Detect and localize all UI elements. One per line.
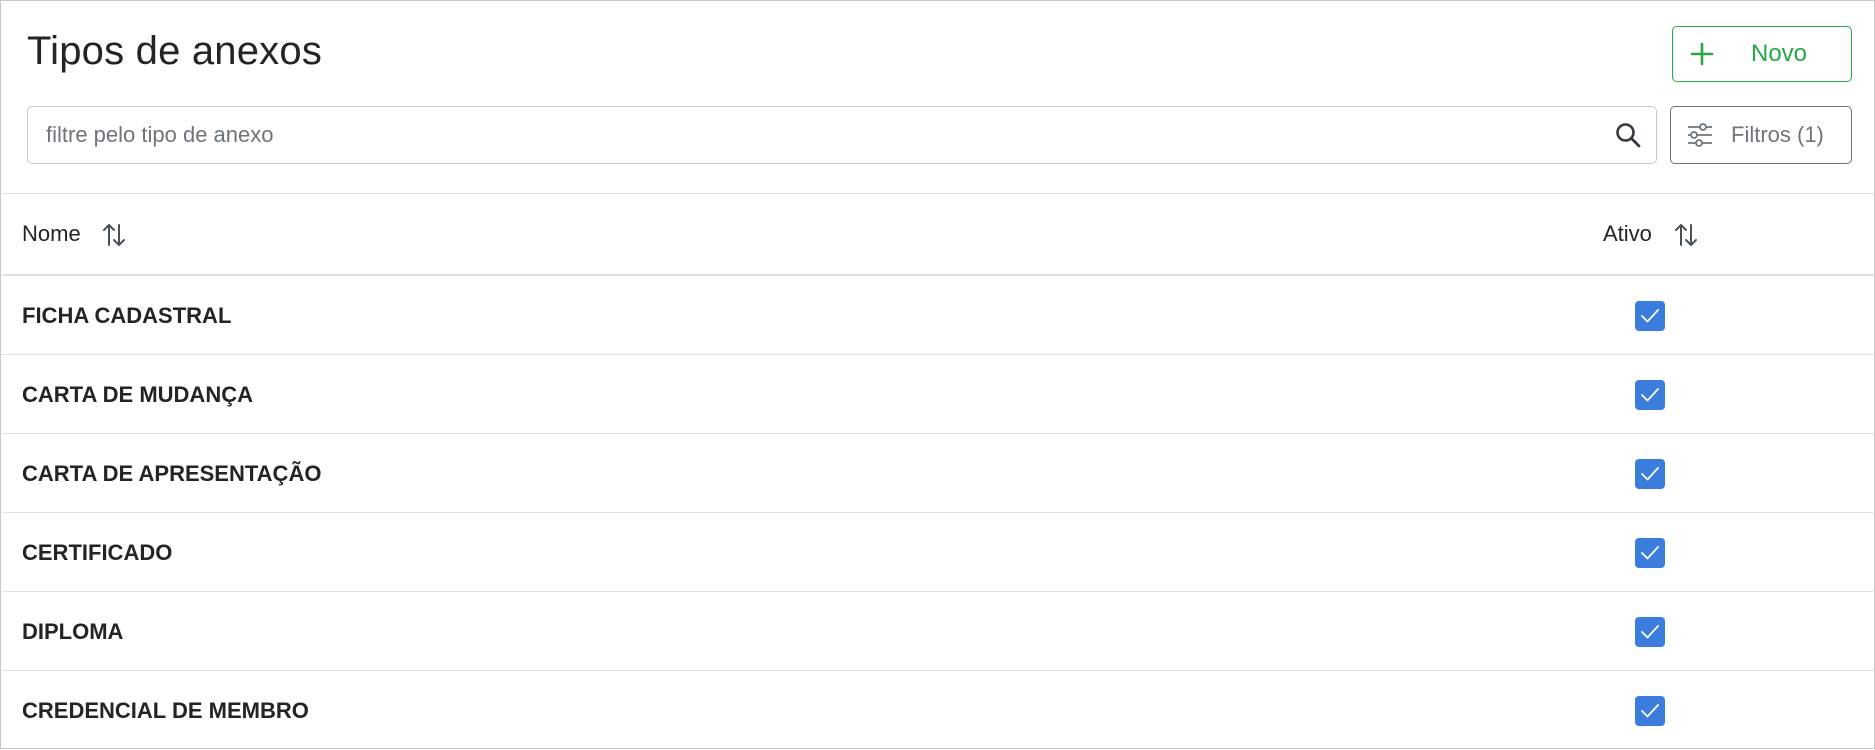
row-name: FICHA CADASTRAL [22, 303, 232, 328]
sort-arrows-icon[interactable] [1673, 222, 1699, 248]
active-checkbox[interactable] [1635, 380, 1665, 410]
new-button[interactable]: Novo [1672, 26, 1852, 82]
column-header-nome-label: Nome [22, 221, 81, 246]
check-icon [1641, 467, 1659, 481]
active-checkbox[interactable] [1635, 459, 1665, 489]
table-header: Nome Ativo [2, 194, 1875, 276]
row-name: CERTIFICADO [22, 540, 173, 565]
sort-arrows-icon[interactable] [101, 222, 127, 248]
column-header-ativo[interactable]: Ativo [1603, 194, 1697, 274]
search-input[interactable] [28, 107, 1588, 163]
sliders-icon [1688, 123, 1712, 147]
row-name: DIPLOMA [22, 619, 124, 644]
table-row[interactable]: FICHA CADASTRAL [2, 276, 1875, 355]
filters-button-label: Filtros (1) [1731, 122, 1824, 147]
search-box [27, 106, 1657, 164]
table-row[interactable]: CARTA DE APRESENTAÇÃO [2, 434, 1875, 513]
active-checkbox[interactable] [1635, 617, 1665, 647]
plus-icon [1690, 42, 1714, 66]
column-header-ativo-label: Ativo [1603, 221, 1652, 246]
check-icon [1641, 625, 1659, 639]
column-header-nome[interactable]: Nome [22, 194, 125, 274]
row-name: CREDENCIAL DE MEMBRO [22, 698, 309, 723]
check-icon [1641, 546, 1659, 560]
filters-button[interactable]: Filtros (1) [1670, 106, 1852, 164]
page-title: Tipos de anexos [27, 29, 323, 73]
check-icon [1641, 388, 1659, 402]
table-body: FICHA CADASTRAL CARTA DE MUDANÇA CARTA D… [2, 276, 1875, 750]
table-row[interactable]: CARTA DE MUDANÇA [2, 355, 1875, 434]
active-checkbox[interactable] [1635, 301, 1665, 331]
table-row[interactable]: CERTIFICADO [2, 513, 1875, 592]
table-row[interactable]: CREDENCIAL DE MEMBRO [2, 671, 1875, 750]
row-name: CARTA DE APRESENTAÇÃO [22, 461, 322, 486]
active-checkbox[interactable] [1635, 696, 1665, 726]
new-button-label: Novo [1751, 40, 1808, 67]
table-row[interactable]: DIPLOMA [2, 592, 1875, 671]
search-icon[interactable] [1614, 121, 1642, 149]
active-checkbox[interactable] [1635, 538, 1665, 568]
main-panel: Tipos de anexos Novo Filtros (1) Nome [0, 0, 1875, 749]
check-icon [1641, 309, 1659, 323]
check-icon [1641, 704, 1659, 718]
row-name: CARTA DE MUDANÇA [22, 382, 253, 407]
